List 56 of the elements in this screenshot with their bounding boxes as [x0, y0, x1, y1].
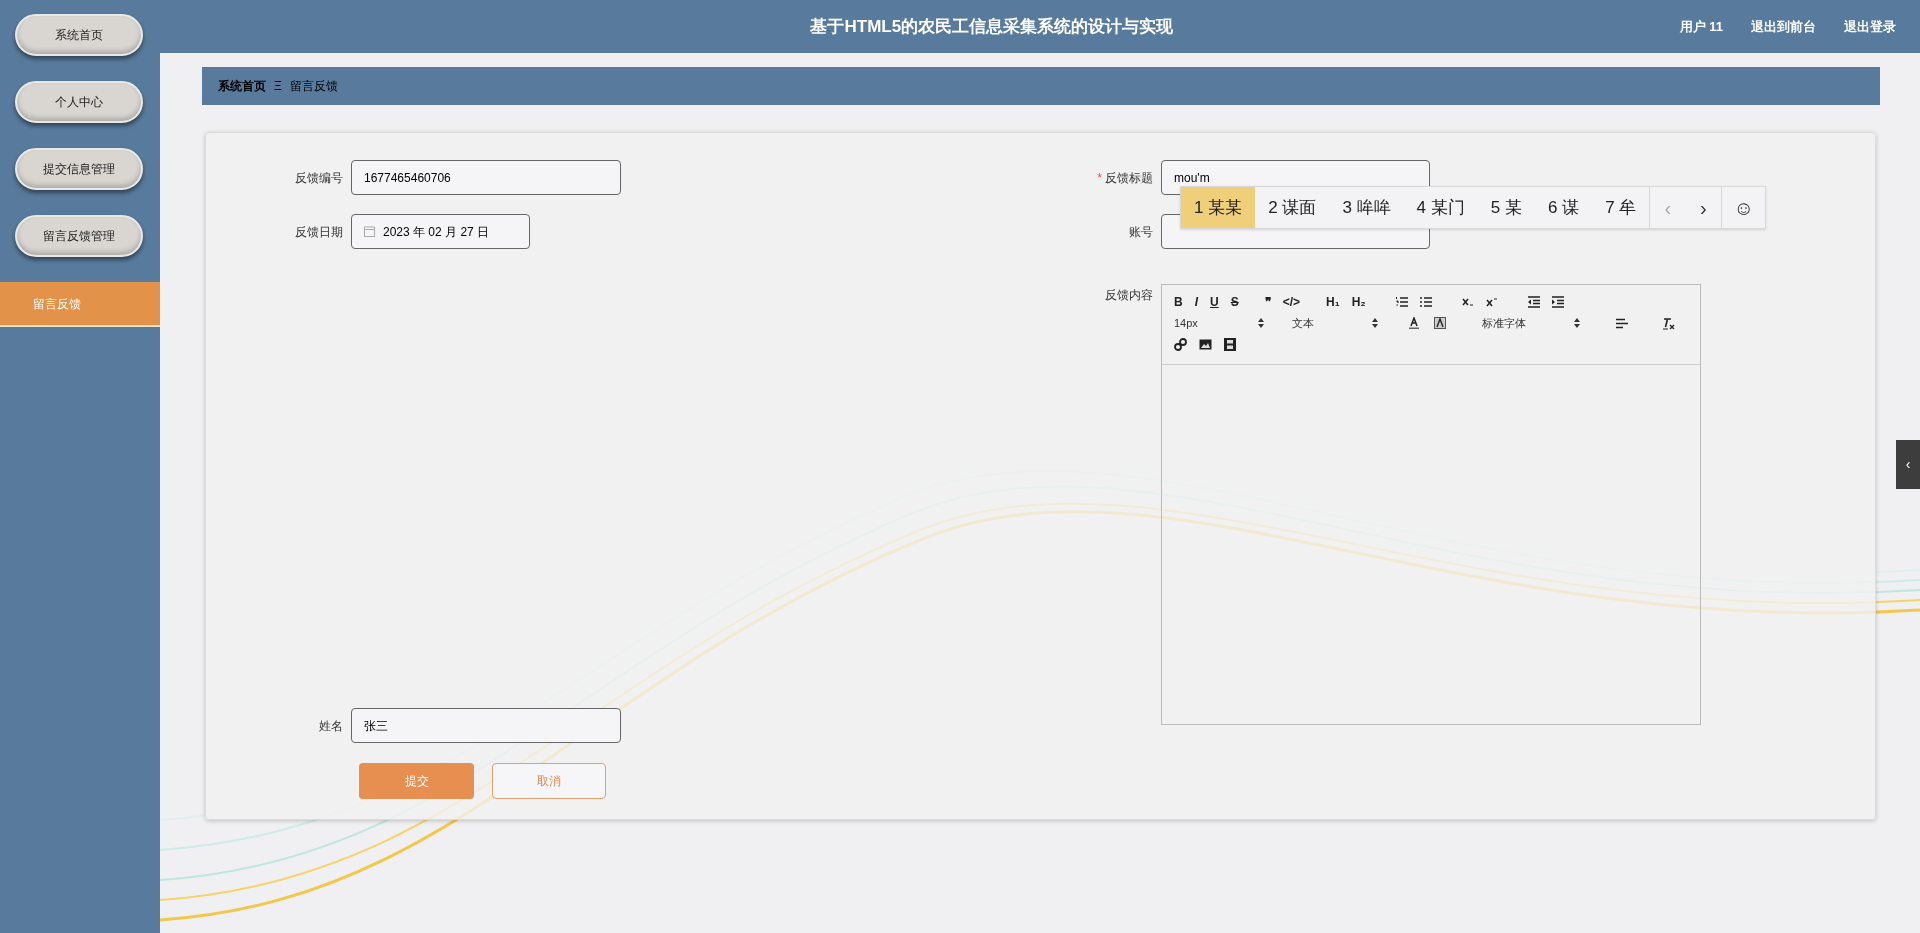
system-title: 基于HTML5的农民工信息采集系统的设计与实现: [810, 15, 1174, 38]
input-field[interactable]: 张三: [351, 708, 621, 743]
emoji-button[interactable]: ☺: [1721, 187, 1766, 228]
input-field[interactable]: 1677465460706: [351, 160, 621, 195]
breadcrumb-current: 留言反馈: [289, 78, 338, 95]
ime-candidate[interactable]: 6 谋: [1534, 187, 1593, 228]
header-link[interactable]: 退出到前台: [1751, 16, 1816, 37]
clear-format-icon[interactable]: [1662, 316, 1676, 330]
select-arrows-icon: [1372, 318, 1378, 329]
align-left-icon[interactable]: [1616, 317, 1628, 329]
field-label: 账号: [1128, 223, 1154, 241]
underline-button[interactable]: U: [1210, 293, 1219, 311]
breadcrumb-separator: Ξ: [274, 78, 282, 95]
indent-icon[interactable]: [1551, 296, 1564, 308]
date-field[interactable]: 2023 年 02 月 27 日: [351, 214, 530, 249]
font-family-select[interactable]: 标准字体: [1482, 315, 1560, 332]
strikethrough-button[interactable]: S: [1230, 293, 1239, 311]
menu-button[interactable]: 系统首页: [15, 14, 143, 56]
outdent-icon[interactable]: [1527, 296, 1540, 308]
subscript-icon[interactable]: [1461, 296, 1474, 308]
italic-button[interactable]: I: [1194, 293, 1198, 311]
link-icon[interactable]: [1174, 337, 1187, 351]
menu-button[interactable]: 个人中心: [15, 81, 143, 123]
menu-button[interactable]: 留言反馈管理: [15, 215, 143, 257]
side-panel-toggle[interactable]: ‹: [1896, 440, 1920, 489]
select-arrows-icon: [1574, 318, 1580, 329]
rich-text-editor[interactable]: B I U S ❞ </> H₁ H₂ 14px 文本 标准字体: [1161, 284, 1701, 725]
select-arrows-icon: [1258, 318, 1264, 329]
ime-candidate[interactable]: 1 某某: [1181, 187, 1256, 228]
numbered-list-icon[interactable]: [1395, 296, 1408, 308]
breadcrumb-home[interactable]: 系统首页: [218, 77, 266, 95]
next-page-button[interactable]: ›: [1685, 187, 1722, 228]
field-label: 反馈日期: [294, 223, 344, 241]
code-button[interactable]: </>: [1282, 293, 1301, 311]
video-icon[interactable]: [1224, 337, 1236, 351]
header-link[interactable]: 用户 11: [1679, 16, 1723, 37]
ime-candidate[interactable]: 5 某: [1477, 187, 1535, 228]
bullet-list-icon[interactable]: [1419, 296, 1432, 308]
font-color-icon[interactable]: [1408, 317, 1420, 330]
highlight-icon[interactable]: [1434, 317, 1446, 330]
ime-candidate[interactable]: 7 牟: [1592, 187, 1650, 228]
calendar-icon: [364, 226, 375, 237]
menu-button[interactable]: 提交信息管理: [15, 148, 143, 190]
heading-two-button[interactable]: H₂: [1351, 293, 1366, 311]
quote-button[interactable]: ❞: [1264, 293, 1271, 311]
image-icon[interactable]: [1199, 338, 1212, 350]
field-label: 姓名: [318, 717, 344, 735]
header-link[interactable]: 退出登录: [1844, 16, 1896, 37]
superscript-icon[interactable]: [1485, 296, 1498, 308]
font-size-select[interactable]: 14px: [1174, 315, 1244, 332]
field-label: * 反馈标题: [1096, 169, 1154, 187]
field-label: 反馈内容: [1104, 287, 1154, 304]
bold-button[interactable]: B: [1174, 293, 1183, 311]
field-label: 反馈编号: [294, 169, 344, 187]
heading-one-button[interactable]: H₁: [1326, 293, 1340, 311]
block-type-select[interactable]: 文本: [1292, 315, 1358, 332]
